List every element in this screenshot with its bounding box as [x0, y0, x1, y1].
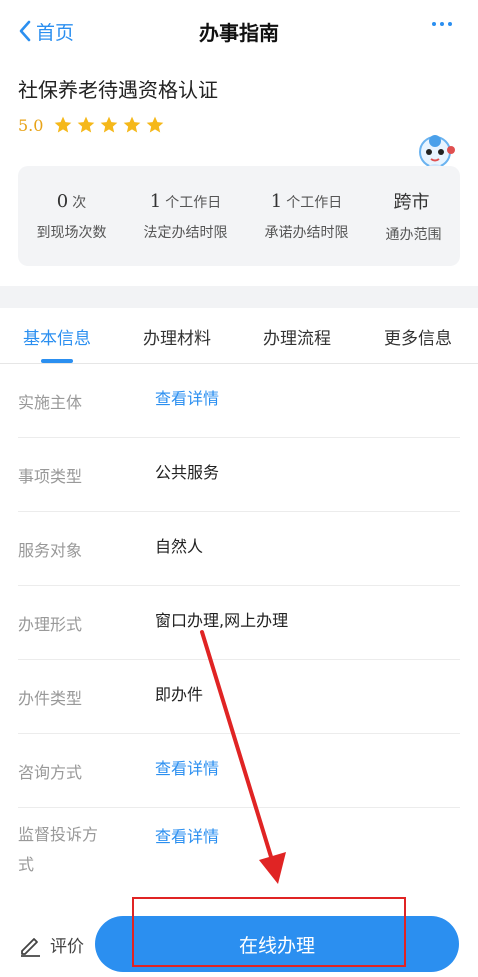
star-icon [55, 116, 72, 133]
bottom-bar: 评价 在线办理 [0, 906, 478, 977]
info-key: 监督投诉方式 [18, 825, 99, 874]
active-tab-indicator [41, 359, 73, 363]
view-details-link[interactable]: 查看详情 [155, 826, 219, 848]
section-divider [0, 286, 478, 308]
view-details-link[interactable]: 查看详情 [155, 758, 219, 780]
chevron-left-icon [19, 20, 31, 42]
info-row: 办理形式 窗口办理,网上办理 [18, 586, 460, 660]
tab-process[interactable]: 办理流程 [263, 324, 331, 349]
edit-icon [21, 937, 40, 957]
nav-bar: 首页 办事指南 [0, 0, 478, 62]
star-icon [78, 116, 95, 133]
info-key: 办理形式 [18, 615, 83, 634]
stat-item: 0 次到现场次数 [37, 191, 107, 242]
stat-unit: 次 [72, 194, 87, 211]
tab-materials[interactable]: 办理材料 [143, 324, 211, 349]
info-key: 咨询方式 [18, 763, 83, 782]
online-handle-button[interactable]: 在线办理 [95, 916, 459, 972]
info-row: 事项类型 公共服务 [18, 438, 460, 512]
info-row: 咨询方式 查看详情 [18, 734, 460, 808]
stat-value: 1 个工作日 [270, 190, 343, 212]
info-key: 事项类型 [18, 467, 83, 486]
stat-value: 跨市 [393, 192, 430, 213]
stat-unit: 个工作日 [286, 194, 343, 211]
more-icon[interactable] [432, 22, 452, 26]
evaluate-label: 评价 [50, 937, 84, 957]
rating: 5.0 [18, 115, 165, 135]
info-value: 窗口办理,网上办理 [155, 611, 289, 630]
tab-more-info[interactable]: 更多信息 [384, 324, 452, 349]
stat-value: 1 个工作日 [149, 190, 222, 212]
star-icon [124, 116, 141, 133]
star-icon [101, 116, 118, 133]
info-value: 即办件 [155, 685, 204, 704]
stat-label: 法定办结时限 [143, 224, 228, 241]
stat-value: 0次 [56, 190, 87, 212]
info-value: 自然人 [155, 537, 204, 556]
page-title: 办事指南 [199, 20, 279, 45]
item-title: 社保养老待遇资格认证 [18, 78, 218, 102]
info-key: 服务对象 [18, 541, 83, 560]
info-value: 公共服务 [155, 463, 220, 482]
tab-bar: 基本信息 办理材料 办理流程 更多信息 [0, 308, 478, 364]
rating-value: 5.0 [18, 115, 44, 135]
stat-item: 1 个工作日承诺办结时限 [265, 191, 349, 242]
evaluate-button[interactable]: 评价 [18, 932, 84, 957]
back-button[interactable]: 首页 [18, 18, 74, 44]
info-row: 实施主体 查看详情 [18, 364, 460, 438]
stat-item: 跨市 通办范围 [386, 188, 442, 244]
info-key: 办件类型 [18, 689, 83, 708]
info-row: 监督投诉方式 查看详情 [18, 808, 460, 894]
stat-label: 到现场次数 [36, 224, 107, 241]
tab-basic-info[interactable]: 基本信息 [23, 324, 91, 349]
rating-stars [53, 115, 165, 135]
view-details-link[interactable]: 查看详情 [155, 388, 219, 410]
stats-panel: 0 次到现场次数 1 个工作日 法定办结时限 1 个工作日 承诺办结时限 跨市 通办范围 [18, 166, 460, 266]
info-row: 服务对象 自然人 [18, 512, 460, 586]
stat-label: 通办范围 [385, 227, 442, 243]
info-list: 实施主体 查看详情 事项类型 公共服务 服务对象 自然人 办理形式 窗口办理,网上办理 办件类型… [18, 364, 460, 894]
stat-label: 承诺办结时限 [264, 224, 349, 241]
stat-unit: 个工作日 [165, 194, 222, 211]
info-row: 办件类型 即办件 [18, 660, 460, 734]
info-key: 实施主体 [18, 393, 83, 412]
back-label: 首页 [36, 21, 75, 44]
star-icon [147, 116, 164, 133]
stat-item: 1 个工作日法定办结时限 [144, 191, 228, 242]
